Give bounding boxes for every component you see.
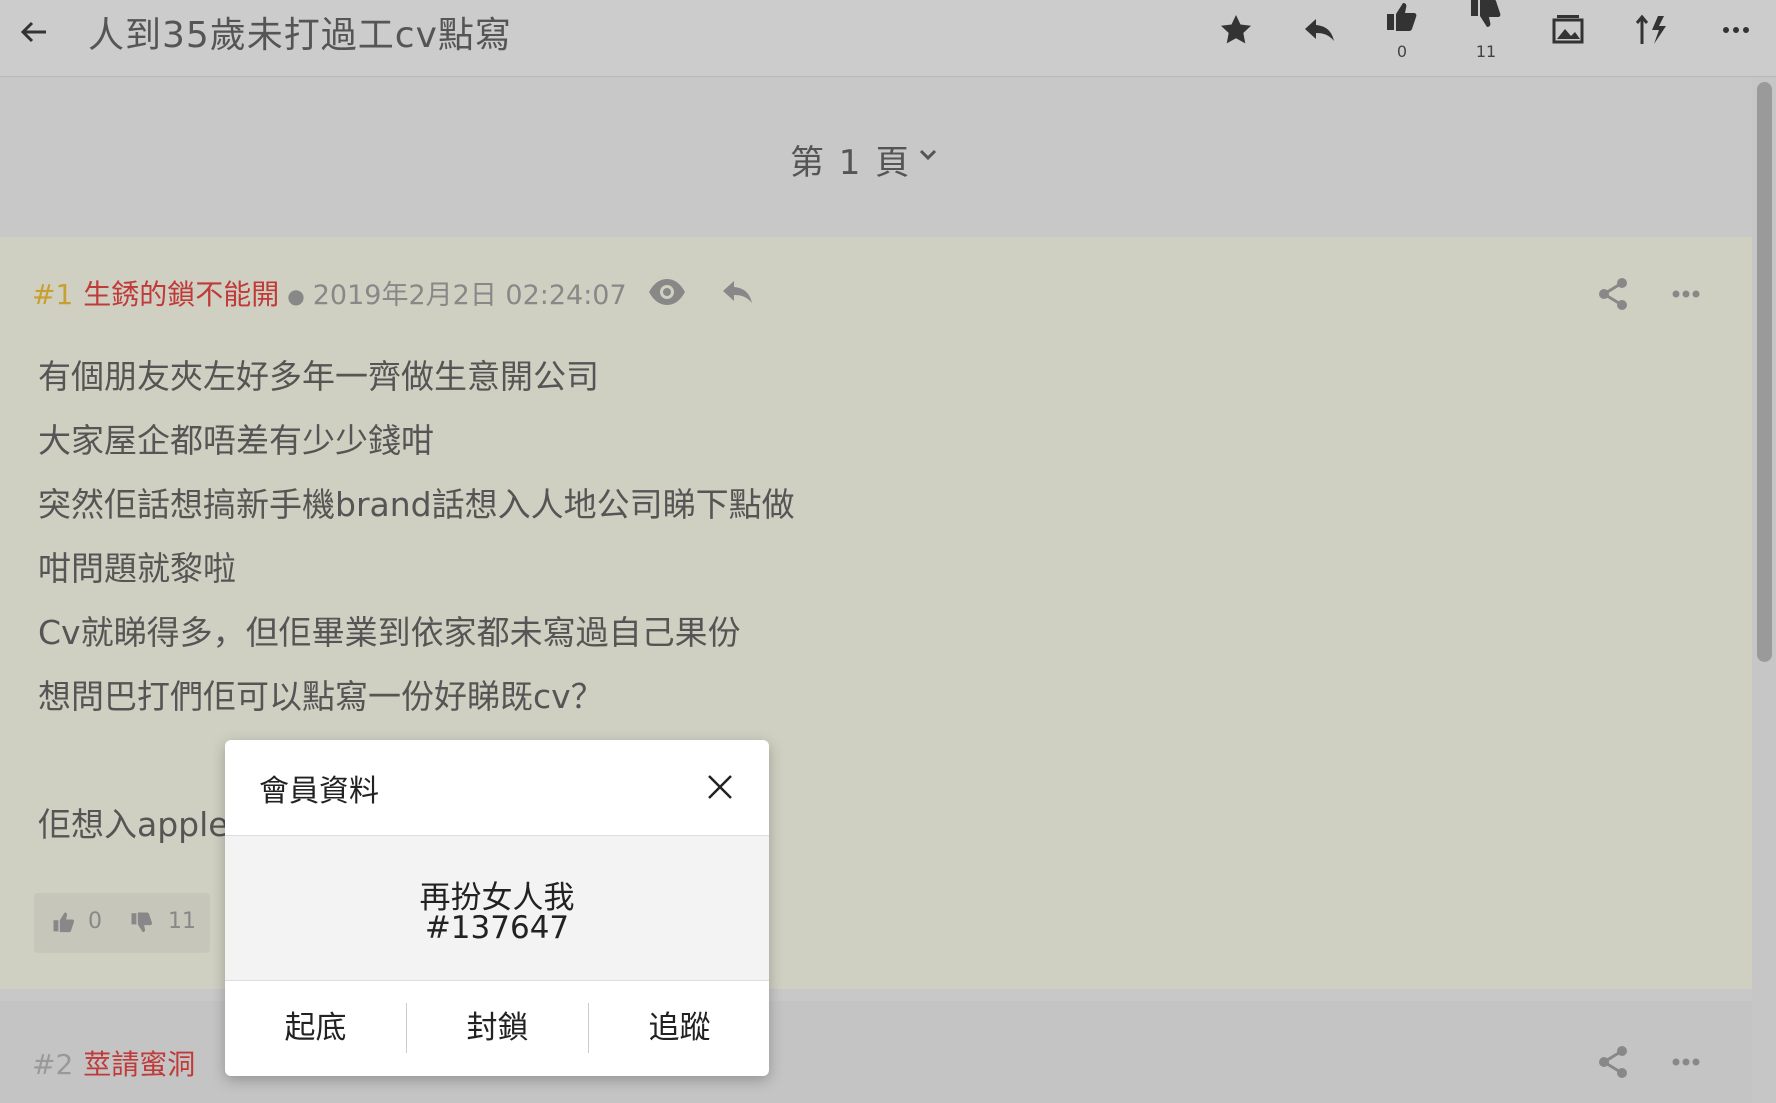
- quote-reply-icon[interactable]: [718, 271, 758, 313]
- back-arrow-icon[interactable]: [14, 12, 54, 52]
- post-line: 咁問題就黎啦: [38, 549, 236, 588]
- close-icon[interactable]: [703, 770, 737, 804]
- post-header: #1 生銹的鎖不能開 ● 2019年2月2日 02:24:07: [32, 273, 627, 313]
- scrollbar-thumb[interactable]: [1757, 82, 1772, 662]
- member-info-dialog: 會員資料 再扮女人我 #137647 起底 封鎖 追蹤: [225, 740, 769, 1076]
- thread-title: 人到35歲未打過工cv點寫: [88, 15, 512, 56]
- page-label[interactable]: 第 1 頁: [790, 135, 911, 184]
- sort-jump-icon[interactable]: [1632, 10, 1672, 50]
- share-icon[interactable]: [1594, 1043, 1632, 1081]
- share-icon[interactable]: [1594, 275, 1632, 313]
- thumbs-down-icon[interactable]: [1466, 0, 1506, 40]
- post-line: 突然佢話想搞新手機brand話想入人地公司睇下點做: [38, 485, 795, 524]
- thumbs-up-icon[interactable]: [1382, 0, 1422, 40]
- member-id: #137647: [424, 910, 570, 946]
- more-icon[interactable]: [1716, 10, 1756, 50]
- post-downvote-count: 11: [168, 909, 196, 934]
- separator-dot: ●: [287, 284, 305, 308]
- post-upvote-count: 0: [88, 909, 102, 934]
- dialog-actions: 起底 封鎖 追蹤: [225, 981, 769, 1076]
- post-line: 想問巴打們佢可以點寫一份好睇既cv？: [38, 677, 604, 716]
- post-number: #2: [32, 1048, 74, 1081]
- post-username[interactable]: 生銹的鎖不能開: [83, 278, 279, 311]
- chevron-down-icon[interactable]: [916, 143, 940, 167]
- dialog-header: 會員資料: [225, 740, 769, 836]
- downvote-count: 11: [1475, 42, 1497, 61]
- page-selector[interactable]: 第 1 頁: [0, 77, 1752, 237]
- block-button[interactable]: 封鎖: [407, 981, 588, 1076]
- post-date: 2019年2月2日 02:24:07: [312, 280, 627, 311]
- post-number: #1: [32, 278, 74, 311]
- post-line: Cv就睇得多，但佢畢業到依家都未寫過自己果份: [38, 613, 741, 652]
- post-username[interactable]: 莖請蜜洞: [83, 1048, 195, 1081]
- thumbs-up-icon[interactable]: [50, 909, 78, 937]
- follow-button[interactable]: 追蹤: [589, 981, 769, 1076]
- reply-icon[interactable]: [1300, 10, 1340, 50]
- dialog-title: 會員資料: [259, 774, 379, 809]
- investigate-button[interactable]: 起底: [225, 981, 406, 1076]
- post-header: #2 莖請蜜洞: [32, 1043, 195, 1083]
- post-line: 大家屋企都唔差有少少錢咁: [38, 421, 434, 460]
- dialog-body: 再扮女人我 #137647: [225, 836, 769, 981]
- post-line: 有個朋友夾左好多年一齊做生意開公司: [38, 357, 599, 396]
- post-more-icon[interactable]: [1666, 275, 1706, 313]
- thumbs-down-icon[interactable]: [128, 909, 156, 937]
- top-bar: 人到35歲未打過工cv點寫 0 11: [0, 0, 1776, 77]
- image-mode-icon[interactable]: [1548, 10, 1588, 50]
- upvote-count: 0: [1396, 42, 1408, 61]
- star-icon[interactable]: [1216, 10, 1256, 50]
- post-more-icon[interactable]: [1666, 1043, 1706, 1081]
- post-vote-box: 0 11: [34, 893, 210, 953]
- eye-icon[interactable]: [646, 271, 688, 313]
